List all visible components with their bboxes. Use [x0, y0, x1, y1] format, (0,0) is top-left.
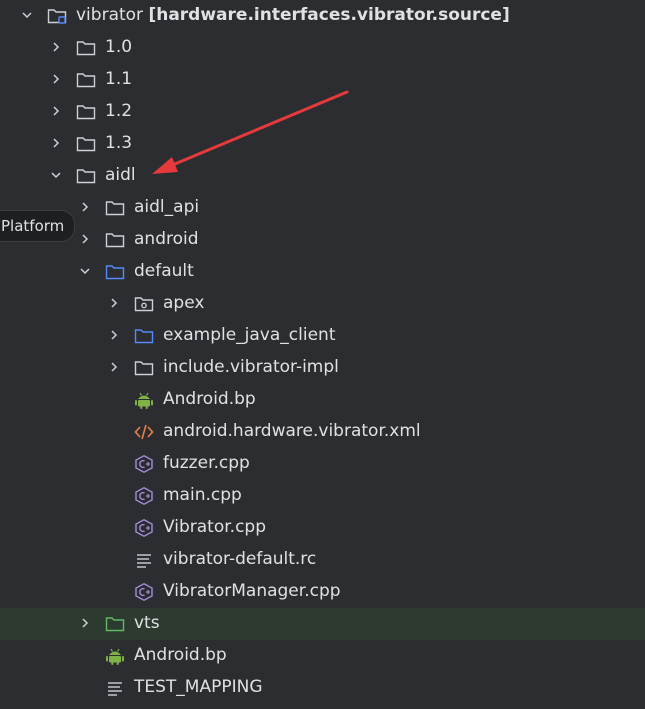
tree-label: fuzzer.cpp [163, 453, 250, 473]
tree-label: aidl [105, 165, 136, 185]
tree-label: vts [134, 613, 160, 633]
tree-row-vibrator-manager-cpp[interactable]: VibratorManager.cpp [0, 576, 645, 608]
folder-icon [75, 38, 97, 58]
tree-row-1-0[interactable]: 1.0 [0, 32, 645, 64]
tree-label: 1.2 [105, 101, 133, 121]
tree-row-example-java-client[interactable]: example_java_client [0, 320, 645, 352]
tree-row-aidl-api[interactable]: aidl_api [0, 192, 645, 224]
tree-row-include-vibrator-impl[interactable]: include.vibrator-impl [0, 352, 645, 384]
folder-icon [75, 70, 97, 90]
tree-row-main-cpp[interactable]: main.cpp [0, 480, 645, 512]
tree-row-aidl[interactable]: aidl [0, 160, 645, 192]
tree-row-default[interactable]: default [0, 256, 645, 288]
folder-icon [75, 102, 97, 122]
tree-label: main.cpp [163, 485, 242, 505]
folder-icon [133, 358, 155, 378]
tree-label: apex [163, 293, 205, 313]
cpp-file-icon [133, 518, 155, 538]
text-file-icon [104, 678, 126, 698]
xml-file-icon [133, 422, 155, 442]
cpp-file-icon [133, 486, 155, 506]
tree-row-vibrator[interactable]: vibrator [hardware.interfaces.vibrator.s… [0, 0, 645, 32]
tree-row-android-bp[interactable]: Android.bp [0, 384, 645, 416]
chevron-right-icon[interactable] [78, 616, 92, 630]
chevron-down-icon[interactable] [49, 168, 63, 182]
cpp-file-icon [133, 454, 155, 474]
module-name: [hardware.interfaces.vibrator.source] [148, 5, 510, 25]
chevron-right-icon[interactable] [107, 328, 121, 342]
tree-label: android [134, 229, 199, 249]
module-folder-icon [46, 6, 68, 26]
chevron-right-icon[interactable] [49, 104, 63, 118]
tree-row-fuzzer-cpp[interactable]: fuzzer.cpp [0, 448, 645, 480]
tree-label: 1.3 [105, 133, 133, 153]
chevron-right-icon[interactable] [49, 40, 63, 54]
tree-label: TEST_MAPPING [134, 677, 263, 697]
tree-label: Android.bp [163, 389, 256, 409]
tree-row-vibrator-cpp[interactable]: Vibrator.cpp [0, 512, 645, 544]
platform-tooltip: Platform [0, 210, 76, 242]
folder-icon [75, 134, 97, 154]
tree-row-apex[interactable]: apex [0, 288, 645, 320]
chevron-right-icon[interactable] [78, 200, 92, 214]
text-file-icon [133, 550, 155, 570]
chevron-right-icon[interactable] [78, 232, 92, 246]
chevron-right-icon[interactable] [107, 360, 121, 374]
folder-icon [75, 166, 97, 186]
source-folder-icon [104, 262, 126, 282]
tree-label: example_java_client [163, 325, 336, 345]
test-folder-icon [104, 614, 126, 634]
tree-row-1-2[interactable]: 1.2 [0, 96, 645, 128]
android-icon [133, 390, 155, 410]
source-folder-icon [133, 326, 155, 346]
tree-row-test-mapping[interactable]: TEST_MAPPING [0, 672, 645, 704]
tree-row-aidl-android-bp[interactable]: Android.bp [0, 640, 645, 672]
tree-row-vts[interactable]: vts [0, 608, 645, 640]
tree-label: Android.bp [134, 645, 227, 665]
tree-label: android.hardware.vibrator.xml [163, 421, 421, 441]
android-icon [104, 646, 126, 666]
cpp-file-icon [133, 582, 155, 602]
resource-folder-icon [133, 294, 155, 314]
chevron-right-icon[interactable] [107, 296, 121, 310]
folder-icon [104, 198, 126, 218]
tree-row-vibrator-default-rc[interactable]: vibrator-default.rc [0, 544, 645, 576]
tree-label: 1.0 [105, 37, 133, 57]
tree-row-android[interactable]: android [0, 224, 645, 256]
tree-row-1-1[interactable]: 1.1 [0, 64, 645, 96]
tree-label: vibrator [hardware.interfaces.vibrator.s… [76, 5, 510, 25]
chevron-down-icon[interactable] [78, 264, 92, 278]
tree-label: include.vibrator-impl [163, 357, 339, 377]
tree-row-vibrator-xml[interactable]: android.hardware.vibrator.xml [0, 416, 645, 448]
chevron-down-icon[interactable] [20, 8, 34, 22]
tree-label: 1.1 [105, 69, 133, 89]
chevron-right-icon[interactable] [49, 136, 63, 150]
tree-label: aidl_api [134, 197, 200, 217]
tree-row-1-3[interactable]: 1.3 [0, 128, 645, 160]
tree-label: Vibrator.cpp [163, 517, 267, 537]
chevron-right-icon[interactable] [49, 72, 63, 86]
folder-icon [104, 230, 126, 250]
tree-label: VibratorManager.cpp [163, 581, 341, 601]
tree-label: vibrator-default.rc [163, 549, 317, 569]
tree-label: default [134, 261, 194, 281]
